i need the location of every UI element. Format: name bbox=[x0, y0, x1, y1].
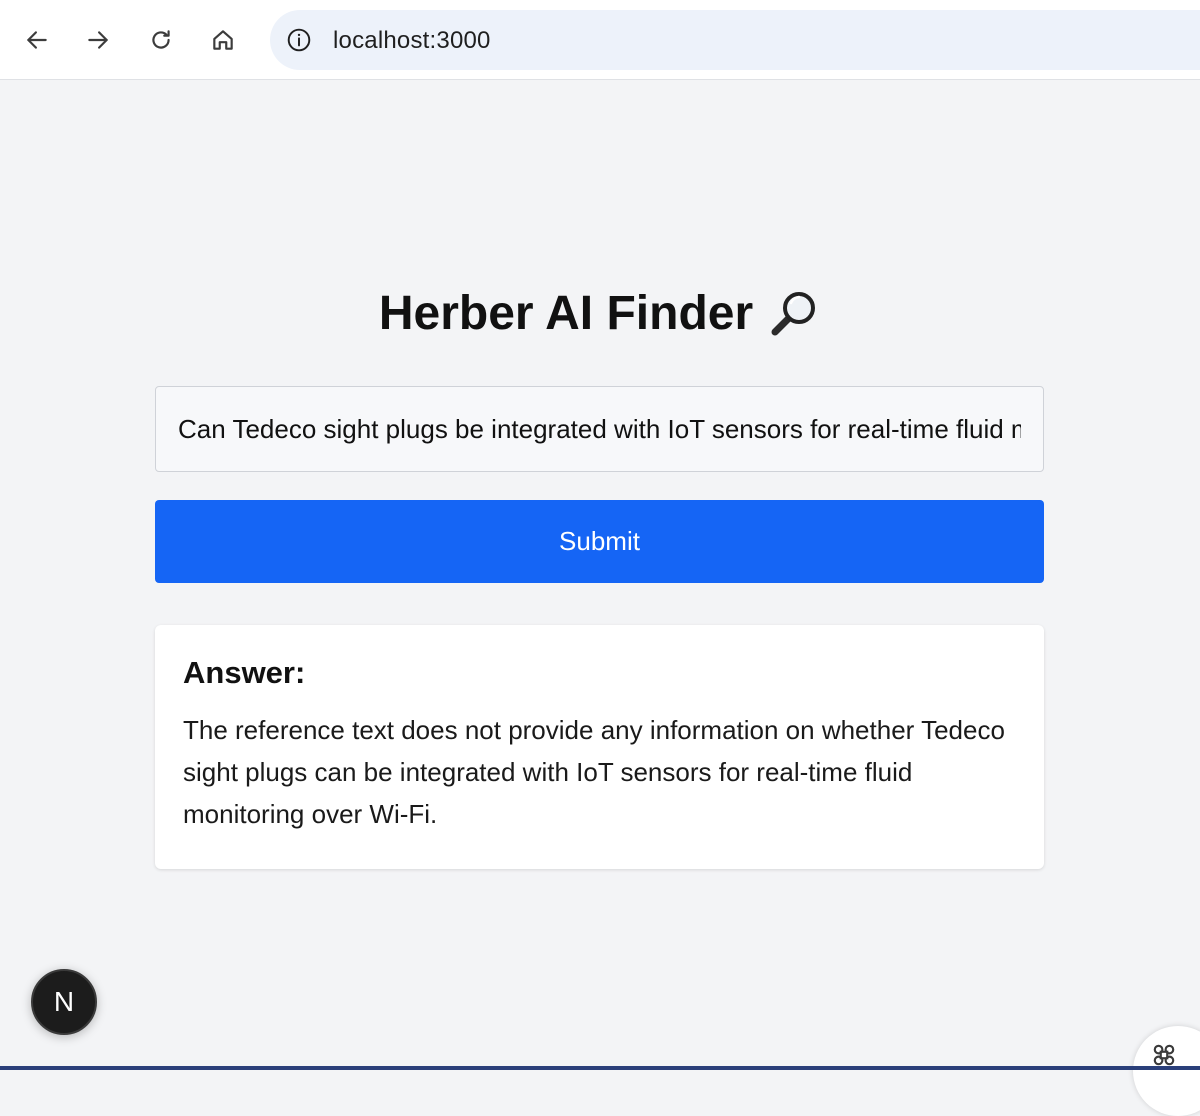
home-icon bbox=[213, 30, 233, 50]
answer-text: The reference text does not provide any … bbox=[183, 715, 1005, 829]
reload-button[interactable] bbox=[145, 24, 177, 56]
forward-icon bbox=[88, 31, 108, 49]
site-info-icon[interactable] bbox=[284, 25, 314, 55]
page-body: Herber AI Finder Submit Answer: The refe… bbox=[0, 81, 1200, 1116]
title-row: Herber AI Finder bbox=[0, 281, 1200, 345]
answer-heading: Answer: bbox=[183, 655, 306, 690]
bottom-edge-strip bbox=[0, 1066, 1200, 1070]
nextjs-dev-badge[interactable]: N bbox=[31, 969, 97, 1035]
reload-icon bbox=[152, 30, 170, 49]
url-text: localhost:3000 bbox=[333, 27, 491, 54]
answer-card: Answer: The reference text does not prov… bbox=[155, 625, 1044, 869]
page-title: Herber AI Finder bbox=[378, 286, 754, 340]
submit-button[interactable]: Submit bbox=[155, 500, 1044, 583]
home-button[interactable] bbox=[207, 24, 239, 56]
back-icon bbox=[27, 31, 47, 49]
query-input[interactable] bbox=[155, 386, 1044, 472]
forward-button[interactable] bbox=[82, 24, 114, 56]
dev-badge-label: N bbox=[53, 986, 75, 1017]
command-icon bbox=[1153, 1044, 1175, 1066]
browser-toolbar: localhost:3000 bbox=[0, 0, 1200, 80]
corner-widget-button[interactable] bbox=[1133, 1026, 1200, 1116]
magnifying-glass-icon bbox=[771, 292, 816, 336]
address-bar[interactable]: localhost:3000 bbox=[270, 10, 1200, 70]
back-button[interactable] bbox=[21, 24, 53, 56]
